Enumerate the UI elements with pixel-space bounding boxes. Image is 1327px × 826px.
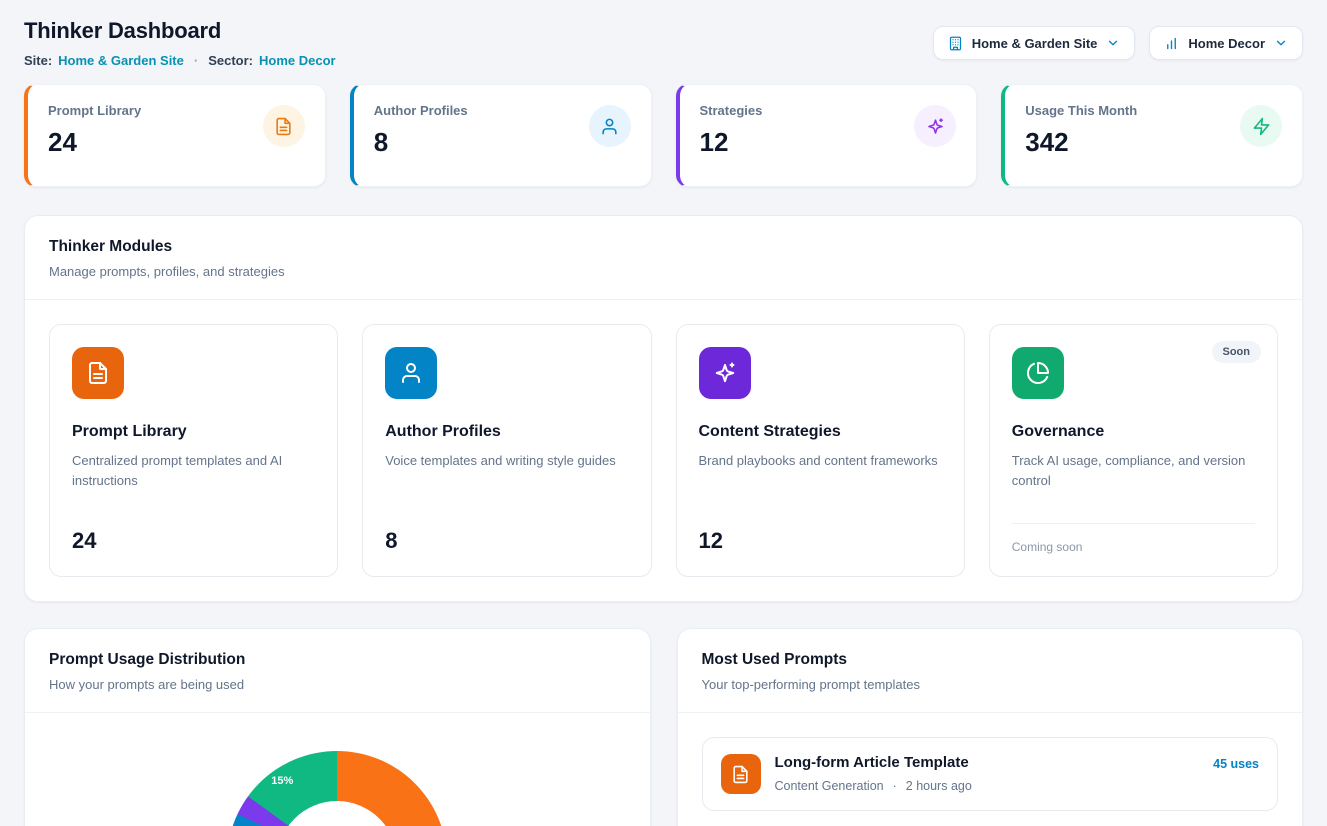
sector-selector-label: Home Decor [1188, 36, 1265, 51]
stat-card-prompt-library: Prompt Library 24 [24, 84, 326, 187]
stat-value: 342 [1025, 127, 1137, 158]
site-link[interactable]: Home & Garden Site [58, 53, 184, 68]
donut-segment-label: 15% [271, 775, 293, 787]
donut-chart: 15% [227, 751, 447, 826]
stat-text: Strategies 12 [700, 103, 763, 168]
modules-subtitle: Manage prompts, profiles, and strategies [49, 264, 1278, 279]
usage-title: Prompt Usage Distribution [49, 651, 626, 669]
stat-card-strategies: Strategies 12 [676, 84, 978, 187]
stat-value: 8 [374, 127, 468, 158]
stat-label: Prompt Library [48, 103, 141, 118]
stat-value: 24 [48, 127, 141, 158]
stat-text: Author Profiles 8 [374, 103, 468, 168]
dashboard-page: Thinker Dashboard Site: Home & Garden Si… [0, 0, 1327, 826]
donut-hole [277, 801, 397, 826]
title-block: Thinker Dashboard Site: Home & Garden Si… [24, 18, 336, 68]
document-icon [72, 347, 124, 399]
most-used-prompts-panel: Most Used Prompts Your top-performing pr… [677, 628, 1304, 826]
user-icon [385, 347, 437, 399]
document-icon [263, 105, 305, 147]
stat-text: Prompt Library 24 [48, 103, 141, 168]
header-controls: Home & Garden Site Home Decor [933, 26, 1303, 60]
module-card-prompt-library[interactable]: Prompt Library Centralized prompt templa… [49, 324, 338, 577]
most-used-title: Most Used Prompts [702, 651, 1279, 669]
coming-soon-text: Coming soon [1012, 523, 1255, 554]
module-description: Brand playbooks and content frameworks [699, 451, 942, 471]
module-description: Track AI usage, compliance, and version … [1012, 451, 1255, 491]
breadcrumb: Site: Home & Garden Site · Sector: Home … [24, 53, 336, 68]
module-count: 24 [72, 528, 315, 554]
stat-card-usage: Usage This Month 342 [1001, 84, 1303, 187]
sector-link[interactable]: Home Decor [259, 53, 336, 68]
module-count: 12 [699, 528, 942, 554]
modules-header: Thinker Modules Manage prompts, profiles… [25, 216, 1302, 300]
prompt-meta: Content Generation · 2 hours ago [775, 779, 1200, 793]
prompt-item-body: Long-form Article Template Content Gener… [775, 754, 1200, 793]
prompt-category: Content Generation [775, 779, 884, 793]
bottom-row: Prompt Usage Distribution How your promp… [24, 628, 1303, 826]
page-title: Thinker Dashboard [24, 18, 336, 44]
site-selector-label: Home & Garden Site [972, 36, 1098, 51]
most-used-header: Most Used Prompts Your top-performing pr… [678, 629, 1303, 713]
thinker-modules-panel: Thinker Modules Manage prompts, profiles… [24, 215, 1303, 602]
stat-value: 12 [700, 127, 763, 158]
list-item[interactable]: Long-form Article Template Content Gener… [702, 737, 1279, 811]
prompt-title: Long-form Article Template [775, 754, 1200, 771]
separator-dot: · [893, 779, 897, 793]
module-title: Author Profiles [385, 423, 628, 441]
usage-header: Prompt Usage Distribution How your promp… [25, 629, 650, 713]
stat-label: Strategies [700, 103, 763, 118]
stats-row: Prompt Library 24 Author Profiles 8 Stra… [24, 84, 1303, 187]
module-title: Content Strategies [699, 423, 942, 441]
pie-chart-icon [1012, 347, 1064, 399]
chevron-down-icon [1274, 36, 1288, 50]
stat-card-author-profiles: Author Profiles 8 [350, 84, 652, 187]
donut-chart-area: 15% [25, 713, 650, 826]
usage-subtitle: How your prompts are being used [49, 677, 626, 692]
building-icon [948, 36, 963, 51]
prompt-list: Long-form Article Template Content Gener… [678, 713, 1303, 826]
module-card-content-strategies[interactable]: Content Strategies Brand playbooks and c… [676, 324, 965, 577]
module-card-governance[interactable]: Soon Governance Track AI usage, complian… [989, 324, 1278, 577]
stat-label: Author Profiles [374, 103, 468, 118]
sector-label: Sector: [208, 53, 253, 68]
separator-dot: · [194, 53, 198, 68]
modules-grid: Prompt Library Centralized prompt templa… [25, 300, 1302, 601]
usage-distribution-panel: Prompt Usage Distribution How your promp… [24, 628, 651, 826]
module-description: Centralized prompt templates and AI inst… [72, 451, 315, 491]
module-count: 8 [385, 528, 628, 554]
site-label: Site: [24, 53, 52, 68]
stat-label: Usage This Month [1025, 103, 1137, 118]
module-title: Governance [1012, 423, 1255, 441]
module-title: Prompt Library [72, 423, 315, 441]
uses-count: 45 uses [1213, 757, 1259, 771]
module-description: Voice templates and writing style guides [385, 451, 628, 471]
sparkle-star-icon [914, 105, 956, 147]
user-icon [589, 105, 631, 147]
prompt-time: 2 hours ago [906, 779, 972, 793]
document-icon [721, 754, 761, 794]
modules-title: Thinker Modules [49, 238, 1278, 256]
soon-badge: Soon [1212, 341, 1262, 363]
zap-icon [1240, 105, 1282, 147]
chevron-down-icon [1106, 36, 1120, 50]
module-card-author-profiles[interactable]: Author Profiles Voice templates and writ… [362, 324, 651, 577]
sparkle-star-icon [699, 347, 751, 399]
site-selector-dropdown[interactable]: Home & Garden Site [933, 26, 1136, 60]
sector-selector-dropdown[interactable]: Home Decor [1149, 26, 1303, 60]
header: Thinker Dashboard Site: Home & Garden Si… [24, 18, 1303, 68]
stat-text: Usage This Month 342 [1025, 103, 1137, 168]
bar-chart-icon [1164, 36, 1179, 51]
most-used-subtitle: Your top-performing prompt templates [702, 677, 1279, 692]
